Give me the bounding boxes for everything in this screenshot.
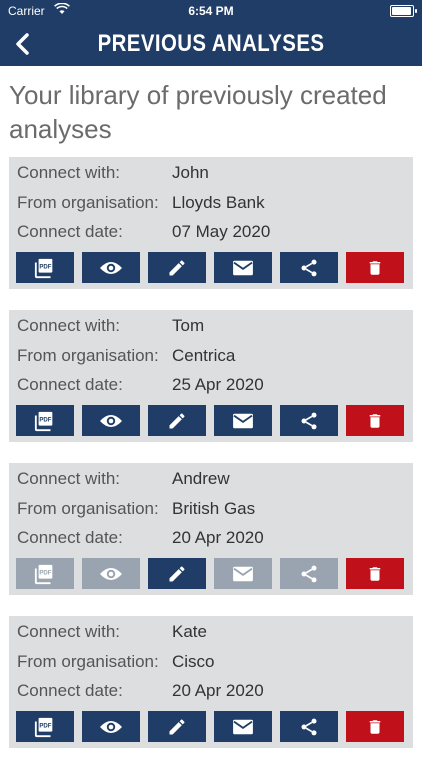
- share-icon: [299, 257, 319, 279]
- trash-icon: [366, 257, 384, 279]
- connect-date-value: 25 Apr 2020: [172, 375, 264, 394]
- svg-text:PDF: PDF: [39, 570, 51, 576]
- organisation-value: Lloyds Bank: [172, 193, 265, 212]
- library-heading: Your library of previously created analy…: [9, 80, 387, 144]
- analysis-card: Connect with: John From organisation: Lloyd…: [9, 157, 413, 289]
- pdf-icon: PDF: [34, 563, 56, 585]
- eye-icon: [99, 413, 123, 429]
- action-buttons: PDF: [16, 711, 407, 742]
- organisation-label: From organisation:: [17, 193, 159, 212]
- edit-button[interactable]: [148, 558, 206, 589]
- share-button[interactable]: [280, 405, 338, 436]
- delete-button[interactable]: [346, 252, 404, 283]
- share-button[interactable]: [280, 252, 338, 283]
- share-icon: [299, 563, 319, 585]
- svg-text:PDF: PDF: [39, 723, 51, 729]
- svg-text:PDF: PDF: [39, 264, 51, 270]
- pdf-icon: PDF: [34, 410, 56, 432]
- connect-date-label: Connect date:: [17, 528, 123, 547]
- pdf-button[interactable]: PDF: [16, 252, 74, 283]
- action-buttons: PDF: [16, 558, 407, 589]
- organisation-value: British Gas: [172, 499, 256, 518]
- action-buttons: PDF: [16, 405, 407, 436]
- share-button[interactable]: [280, 711, 338, 742]
- battery-icon: [390, 5, 417, 17]
- pdf-icon: PDF: [34, 716, 56, 738]
- svg-text:PDF: PDF: [39, 417, 51, 423]
- trash-icon: [366, 716, 384, 738]
- organisation-label: From organisation:: [17, 346, 159, 365]
- share-icon: [299, 716, 319, 738]
- connect-with-label: Connect with:: [17, 163, 120, 182]
- analysis-card: Connect with: Andrew From organisation: Bri…: [9, 463, 413, 595]
- email-button[interactable]: [214, 558, 272, 589]
- analysis-card: Connect with: Tom From organisation: Centri…: [9, 310, 413, 442]
- connect-with-value: John: [172, 163, 209, 182]
- pencil-icon: [167, 258, 187, 278]
- trash-icon: [366, 410, 384, 432]
- organisation-value: Cisco: [172, 652, 215, 671]
- edit-button[interactable]: [148, 252, 206, 283]
- email-button[interactable]: [214, 252, 272, 283]
- connect-date-value: 20 Apr 2020: [172, 528, 264, 547]
- edit-button[interactable]: [148, 711, 206, 742]
- email-button[interactable]: [214, 711, 272, 742]
- pencil-icon: [167, 411, 187, 431]
- delete-button[interactable]: [346, 405, 404, 436]
- view-button[interactable]: [82, 252, 140, 283]
- organisation-label: From organisation:: [17, 652, 159, 671]
- page-title: PREVIOUS ANALYSES: [97, 30, 325, 57]
- eye-icon: [99, 566, 123, 582]
- pdf-icon: PDF: [34, 257, 56, 279]
- analyses-list: Connect with: John From organisation: Lloyd…: [9, 157, 413, 769]
- mail-icon: [232, 259, 254, 277]
- edit-button[interactable]: [148, 405, 206, 436]
- action-buttons: PDF: [16, 252, 407, 283]
- mail-icon: [232, 565, 254, 583]
- pdf-button[interactable]: PDF: [16, 711, 74, 742]
- mail-icon: [232, 718, 254, 736]
- connect-with-label: Connect with:: [17, 469, 120, 488]
- pencil-icon: [167, 564, 187, 584]
- share-button[interactable]: [280, 558, 338, 589]
- pdf-button[interactable]: PDF: [16, 558, 74, 589]
- connect-date-label: Connect date:: [17, 222, 123, 241]
- organisation-value: Centrica: [172, 346, 236, 365]
- connect-with-label: Connect with:: [17, 316, 120, 335]
- trash-icon: [366, 563, 384, 585]
- connect-with-value: Tom: [172, 316, 205, 335]
- navigation-bar: PREVIOUS ANALYSES: [0, 22, 422, 66]
- eye-icon: [99, 260, 123, 276]
- connect-date-value: 07 May 2020: [172, 222, 271, 241]
- connect-date-label: Connect date:: [17, 375, 123, 394]
- organisation-label: From organisation:: [17, 499, 159, 518]
- email-button[interactable]: [214, 405, 272, 436]
- pencil-icon: [167, 717, 187, 737]
- status-bar: Carrier 6:54 PM: [0, 0, 422, 22]
- pdf-button[interactable]: PDF: [16, 405, 74, 436]
- share-icon: [299, 410, 319, 432]
- analysis-card: Connect with: Kate From organisation: Cisco…: [9, 616, 413, 748]
- clock: 6:54 PM: [188, 4, 234, 18]
- eye-icon: [99, 719, 123, 735]
- connect-date-label: Connect date:: [17, 681, 123, 700]
- view-button[interactable]: [82, 711, 140, 742]
- connect-with-label: Connect with:: [17, 622, 120, 641]
- view-button[interactable]: [82, 558, 140, 589]
- view-button[interactable]: [82, 405, 140, 436]
- connect-with-value: Andrew: [172, 469, 230, 488]
- connect-date-value: 20 Apr 2020: [172, 681, 264, 700]
- connect-with-value: Kate: [172, 622, 207, 641]
- delete-button[interactable]: [346, 558, 404, 589]
- mail-icon: [232, 412, 254, 430]
- delete-button[interactable]: [346, 711, 404, 742]
